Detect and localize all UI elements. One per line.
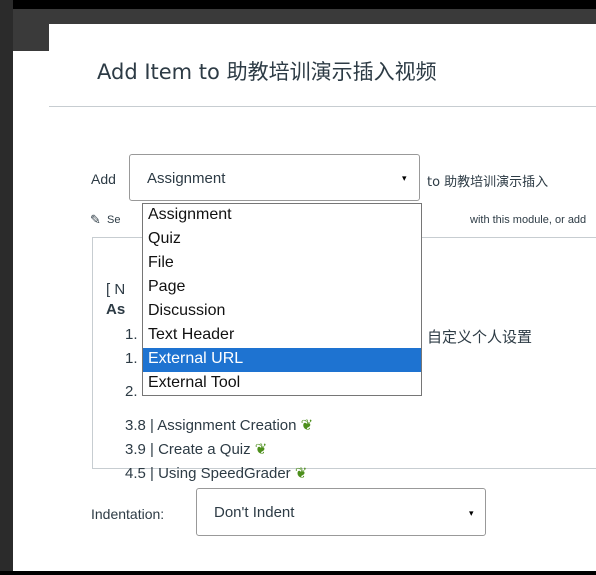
dialog-title: Add Item to 助教培训演示插入视频 xyxy=(97,60,437,84)
indentation-label: Indentation: xyxy=(91,506,165,522)
option-assignment[interactable]: Assignment xyxy=(143,204,421,228)
option-quiz[interactable]: Quiz xyxy=(143,228,421,252)
leaf-icon: ❦ xyxy=(254,441,268,458)
indentation-select[interactable]: Don't Indent ▾ xyxy=(196,488,486,536)
list-item[interactable]: 1. xyxy=(125,350,138,367)
option-page[interactable]: Page xyxy=(143,276,421,300)
option-external-tool[interactable]: External Tool xyxy=(143,372,421,396)
backdrop xyxy=(0,0,596,9)
option-discussion[interactable]: Discussion xyxy=(143,300,421,324)
module-target-label: to 助教培训演示插入 xyxy=(427,175,549,190)
chevron-down-icon: ▾ xyxy=(469,508,474,518)
option-external-url[interactable]: External URL xyxy=(143,348,421,372)
leaf-icon: ❦ xyxy=(294,465,308,482)
list-item-label: 3.8 | Assignment Creation xyxy=(125,417,297,434)
item-type-select[interactable]: Assignment ▾ xyxy=(129,154,420,201)
list-item-label: 3.9 | Create a Quiz xyxy=(125,441,251,458)
add-label: Add xyxy=(91,171,116,187)
list-item-label: 4.5 | Using SpeedGrader xyxy=(125,465,291,482)
helper-text-left: Se xyxy=(107,214,121,226)
helper-text-right: with this module, or add xyxy=(470,214,587,226)
leaf-icon: ❦ xyxy=(300,417,314,434)
edit-icon: ✎ xyxy=(90,212,101,227)
list-item[interactable]: 1. xyxy=(125,326,138,343)
option-text-header[interactable]: Text Header xyxy=(143,324,421,348)
list-group-label: As xyxy=(106,301,126,318)
backdrop-left xyxy=(0,0,13,575)
option-file[interactable]: File xyxy=(143,252,421,276)
backdrop-bottom xyxy=(0,571,596,575)
list-item[interactable]: 3.8 | Assignment Creation ❦ xyxy=(125,416,313,434)
item-type-dropdown[interactable]: Assignment Quiz File Page Discussion Tex… xyxy=(142,203,422,396)
list-item[interactable]: [ N xyxy=(106,281,125,298)
title-divider xyxy=(49,106,596,107)
indentation-value: Don't Indent xyxy=(214,504,295,521)
list-item[interactable]: 2. xyxy=(125,383,138,400)
item-type-value: Assignment xyxy=(147,170,226,187)
list-item[interactable]: 3.9 | Create a Quiz ❦ xyxy=(125,440,267,458)
list-item-partial[interactable]: 自定义个人设置 xyxy=(427,326,532,347)
list-item[interactable]: 4.5 | Using SpeedGrader ❦ xyxy=(125,464,307,482)
chevron-down-icon: ▾ xyxy=(402,173,407,183)
